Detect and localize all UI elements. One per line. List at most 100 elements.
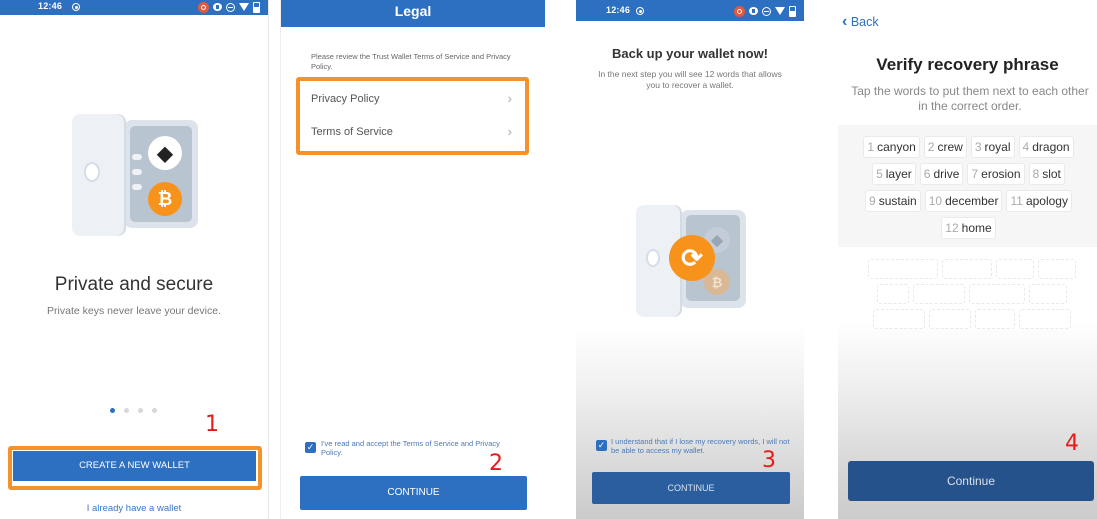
status-time: 12:46 — [38, 1, 63, 11]
screen-title: Verify recovery phrase — [876, 55, 1059, 74]
status-bar: 12:46 — [0, 0, 268, 15]
word-index: 3 — [974, 140, 982, 154]
step-1-welcome-screen: 12:46 ◆ ₿ Private and secure Private key… — [0, 0, 269, 519]
word-index: 12 — [945, 221, 959, 235]
word-text: sustain — [878, 194, 917, 208]
continue-button[interactable]: CONTINUE — [300, 476, 527, 510]
eye-icon — [213, 3, 222, 11]
word-text: home — [961, 221, 992, 235]
carousel-pagination — [110, 408, 157, 413]
step-4-verify-screen: ‹ Back Verify recovery phrase Tap the wo… — [838, 0, 1097, 519]
word-chip-list: 1 canyon 2 crew 3 royal 4 dragon 5 layer 6 drive 7 er… — [844, 136, 1093, 239]
accept-terms-checkbox[interactable]: ✓ — [305, 442, 316, 453]
create-new-wallet-button[interactable]: CREATE A NEW WALLET — [13, 451, 256, 481]
page-dot[interactable] — [138, 408, 143, 413]
word-chip[interactable]: 12 home — [941, 217, 996, 239]
privacy-policy-item[interactable]: Privacy Policy › — [301, 85, 520, 113]
ethereum-icon: ◆ — [148, 136, 182, 170]
empty-word-slot[interactable] — [867, 259, 938, 279]
terms-of-service-item[interactable]: Terms of Service › — [301, 118, 520, 146]
word-chip[interactable]: 7 erosion — [967, 163, 1025, 185]
word-chip[interactable]: 1 canyon — [863, 136, 920, 158]
word-index: 4 — [1022, 140, 1030, 154]
screen-title: Private and secure — [54, 274, 214, 295]
empty-word-slot[interactable] — [928, 309, 971, 329]
battery-icon — [789, 5, 796, 17]
word-text: erosion — [981, 167, 1021, 181]
empty-word-slot[interactable] — [1018, 309, 1071, 329]
chevron-left-icon: ‹ — [842, 13, 848, 30]
step-number-label: 1 — [205, 412, 219, 437]
answer-slots — [860, 259, 1083, 329]
empty-word-slot[interactable] — [912, 284, 965, 304]
terms-of-service-label: Terms of Service — [311, 126, 393, 138]
word-text: layer — [885, 167, 912, 181]
privacy-policy-label: Privacy Policy — [311, 93, 380, 105]
target-icon — [636, 7, 644, 15]
chevron-right-icon: › — [507, 124, 512, 139]
record-icon — [198, 1, 209, 13]
empty-word-slot[interactable] — [872, 309, 925, 329]
screen-subtitle: In the next step you will see 12 words t… — [598, 69, 782, 90]
word-text: dragon — [1032, 140, 1070, 154]
understand-backup-checkbox[interactable]: ✓ — [596, 440, 607, 451]
step-3-backup-screen: 12:46 Back up your wallet now! In the ne… — [576, 0, 804, 519]
word-chip[interactable]: 2 crew — [923, 136, 967, 158]
empty-word-slot[interactable] — [876, 284, 909, 304]
word-text: crew — [937, 140, 963, 154]
do-not-disturb-icon — [762, 6, 771, 16]
continue-button[interactable]: CONTINUE — [592, 472, 790, 504]
step-number-label: 4 — [1065, 431, 1079, 456]
step-2-legal-screen: Legal Please review the Trust Wallet Ter… — [280, 0, 545, 519]
empty-word-slot[interactable] — [968, 284, 1025, 304]
screen-subtitle: Tap the words to put them next to each o… — [851, 84, 1089, 113]
page-dot[interactable] — [152, 408, 157, 413]
page-dot[interactable] — [124, 408, 129, 413]
empty-word-slot[interactable] — [995, 259, 1034, 279]
chevron-right-icon: › — [507, 91, 512, 106]
status-time: 12:46 — [606, 5, 631, 15]
wifi-icon — [775, 7, 785, 15]
word-index: 8 — [1032, 167, 1040, 181]
word-index: 6 — [923, 167, 931, 181]
word-chip[interactable]: 4 dragon — [1018, 136, 1074, 158]
safe-illustration: ◆ ₿ — [72, 114, 200, 238]
back-button[interactable]: ‹ Back — [842, 13, 879, 31]
step-number-label: 3 — [762, 448, 776, 473]
continue-button[interactable]: Continue — [848, 461, 1094, 501]
word-chip[interactable]: 9 sustain — [865, 190, 921, 212]
word-index: 10 — [928, 194, 943, 208]
word-text: december — [945, 194, 999, 208]
wifi-icon — [239, 3, 249, 11]
already-have-wallet-link[interactable]: I already have a wallet — [0, 503, 268, 514]
word-text: drive — [933, 167, 960, 181]
word-chip[interactable]: 5 layer — [872, 163, 916, 185]
screen-title: Back up your wallet now! — [611, 46, 769, 61]
word-index: 5 — [876, 167, 883, 181]
word-index: 1 — [867, 140, 875, 154]
word-chip[interactable]: 6 drive — [919, 163, 964, 185]
word-text: royal — [984, 140, 1011, 154]
word-chip[interactable]: 3 royal — [970, 136, 1015, 158]
empty-word-slot[interactable] — [941, 259, 992, 279]
legal-header: Legal — [281, 0, 545, 27]
page-dot-active[interactable] — [110, 408, 115, 413]
legal-intro-text: Please review the Trust Wallet Terms of … — [311, 52, 511, 71]
refresh-icon: ⟳ — [669, 235, 715, 281]
target-icon — [72, 3, 80, 11]
step-number-label: 2 — [489, 451, 503, 476]
back-label: Back — [850, 15, 879, 29]
empty-word-slot[interactable] — [1028, 284, 1067, 304]
word-chip[interactable]: 11 apology — [1006, 190, 1072, 212]
empty-word-slot[interactable] — [1037, 259, 1076, 279]
status-bar: 12:46 — [576, 0, 804, 21]
empty-word-slot[interactable] — [974, 309, 1015, 329]
bitcoin-icon: ₿ — [148, 182, 182, 216]
do-not-disturb-icon — [226, 2, 235, 12]
eye-icon — [749, 7, 758, 15]
word-chip[interactable]: 10 december — [924, 190, 1003, 212]
word-text: apology — [1025, 194, 1068, 208]
record-icon — [734, 5, 745, 17]
word-chip[interactable]: 8 slot — [1028, 163, 1065, 185]
word-text: canyon — [877, 140, 916, 154]
